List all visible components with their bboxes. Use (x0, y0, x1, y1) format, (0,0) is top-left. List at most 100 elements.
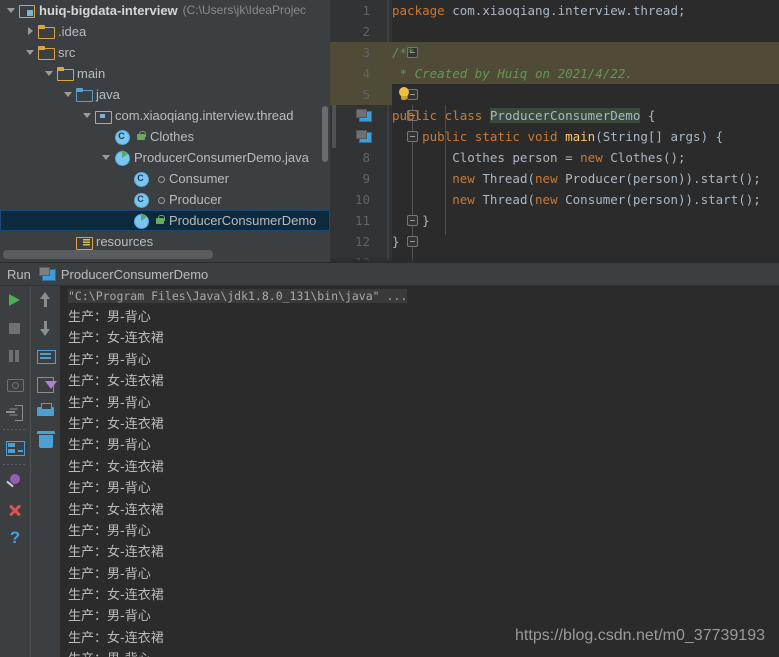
console-output-line: 生产：女-连衣裙 (68, 502, 164, 518)
dump-button[interactable] (0, 370, 30, 398)
code-editor[interactable]: 1 package com.xiaoqiang.interview.thread;… (330, 0, 779, 262)
chevron-right-icon[interactable] (23, 21, 37, 42)
tree-item-label: Clothes (150, 129, 195, 144)
run-configuration-name[interactable]: ProducerConsumerDemo (61, 267, 208, 282)
idea-window: huiq-bigdata-interview (C:\Users\jk\IdeaP… (0, 0, 779, 657)
code-fold-toggle-icon[interactable] (407, 236, 418, 247)
code-line-10[interactable]: 10 new Thread(new Consumer(person)).star… (330, 189, 779, 210)
package-private-icon (153, 189, 167, 210)
tree-item-resources[interactable]: resources (0, 231, 330, 252)
line-number: 10 (354, 192, 370, 207)
code-line-12[interactable]: 12} (330, 231, 779, 252)
line-number: 4 (362, 66, 370, 81)
clear-all-button[interactable] (31, 426, 61, 454)
code-line-1[interactable]: 1 package com.xiaoqiang.interview.thread; (330, 0, 779, 21)
console-output-line: 生产：女-连衣裙 (68, 545, 164, 561)
run-toolbar-primary[interactable]: ? (0, 286, 30, 657)
help-button[interactable]: ? (0, 524, 30, 552)
chevron-down-icon[interactable] (99, 147, 113, 168)
print-button[interactable] (31, 398, 61, 426)
gutter-run-icon[interactable] (356, 130, 372, 143)
code-text: package com.xiaoqiang.interview.thread; (392, 3, 686, 18)
code-text: public static void main(String[] args) { (422, 129, 724, 144)
tree-item-label: ProducerConsumerDemo (169, 213, 317, 228)
class-icon (132, 189, 150, 210)
gutter-run-icon[interactable] (356, 109, 372, 122)
console-output-line: 生产：女-连衣裙 (68, 588, 164, 604)
resources-icon (75, 231, 93, 252)
tree-item-huiq-bigdata-interview[interactable]: huiq-bigdata-interview (C:\Users\jk\IdeaP… (0, 0, 330, 21)
project-tree-vertical-scrollbar[interactable] (322, 106, 328, 162)
intention-bulb-icon[interactable] (396, 86, 412, 103)
code-line-4[interactable]: 4 * Created by Huiq on 2021/4/22. (330, 63, 779, 84)
run-label: Run (7, 266, 31, 282)
folder-blue-icon (75, 84, 93, 105)
code-line-11[interactable]: 11 } (330, 210, 779, 231)
code-text: } (392, 234, 400, 249)
chevron-down-icon[interactable] (42, 63, 56, 84)
code-text: /** (392, 45, 415, 60)
code-line-9[interactable]: 9 new Thread(new Producer(person)).start… (330, 168, 779, 189)
console-output-line: 生产：男-背心 (68, 438, 151, 454)
separator-2 (0, 461, 30, 468)
console-output-line: 生产：女-连衣裙 (68, 416, 164, 432)
class-icon (132, 168, 150, 189)
line-number: 9 (362, 171, 370, 186)
code-text: new Thread(new Consumer(person)).start()… (452, 192, 761, 207)
scroll-down-button[interactable] (31, 314, 61, 342)
code-line-6[interactable]: 6 public class ProducerConsumerDemo { (330, 105, 779, 126)
export-button[interactable] (31, 370, 61, 398)
run-toolbar-secondary[interactable] (30, 286, 60, 657)
tree-item-main[interactable]: main (0, 63, 330, 84)
tree-item-producerconsumerdemo-java[interactable]: ProducerConsumerDemo.java (0, 147, 330, 168)
code-line-5[interactable]: 5 (330, 84, 779, 105)
close-button[interactable] (0, 496, 30, 524)
pause-button[interactable] (0, 342, 30, 370)
tree-item-producer[interactable]: Producer (0, 189, 330, 210)
console-button[interactable] (0, 433, 30, 461)
public-lock-icon (153, 210, 167, 231)
tree-item-src[interactable]: src (0, 42, 330, 63)
code-line-8[interactable]: 8 Clothes person = new Clothes(); (330, 147, 779, 168)
watermark-url: https://blog.csdn.net/m0_37739193 (515, 627, 765, 644)
console-output-line: 生产：男-背心 (68, 395, 151, 411)
line-number: 1 (362, 3, 370, 18)
code-text: * Created by Huiq on 2021/4/22. (392, 66, 633, 81)
chevron-down-icon[interactable] (61, 84, 75, 105)
code-line-3[interactable]: 3 /** (330, 42, 779, 63)
chevron-down-icon[interactable] (80, 105, 94, 126)
tree-item-label: Consumer (169, 171, 229, 186)
editor-code-area[interactable]: 1 package com.xiaoqiang.interview.thread;… (330, 0, 779, 262)
soft-wrap-button[interactable] (31, 342, 61, 370)
console-output-line: 生产：男-背心 (68, 609, 151, 625)
code-line-2[interactable]: 2 (330, 21, 779, 42)
console-output-line: 生产：男-背心 (68, 523, 151, 539)
separator-1 (0, 426, 30, 433)
attach-button[interactable] (0, 398, 30, 426)
line-number: 8 (362, 150, 370, 165)
tree-item-label: huiq-bigdata-interview (39, 3, 178, 18)
code-line-7[interactable]: 7 public static void main(String[] args)… (330, 126, 779, 147)
chevron-down-icon[interactable] (4, 0, 18, 21)
folder-icon (37, 42, 55, 63)
tree-item-consumer[interactable]: Consumer (0, 168, 330, 189)
tree-item-idea[interactable]: .idea (0, 21, 330, 42)
console-output[interactable]: "C:\Program Files\Java\jdk1.8.0_131\bin\… (60, 286, 779, 657)
scroll-up-button[interactable] (31, 286, 61, 314)
folder-icon (37, 21, 55, 42)
project-tree-horizontal-scrollbar[interactable] (3, 250, 213, 259)
tree-item-java[interactable]: java (0, 84, 330, 105)
rerun-button[interactable] (0, 286, 30, 314)
tree-item-com-xiaoqiang-interview-thread[interactable]: com.xiaoqiang.interview.thread (0, 105, 330, 126)
line-number: 12 (354, 234, 370, 249)
project-tree[interactable]: huiq-bigdata-interview (C:\Users\jk\IdeaP… (0, 0, 330, 252)
project-tool-window[interactable]: huiq-bigdata-interview (C:\Users\jk\IdeaP… (0, 0, 330, 262)
tree-item-producerconsumerdemo[interactable]: ProducerConsumerDemo (0, 210, 330, 231)
pin-button[interactable] (0, 468, 30, 496)
chevron-down-icon[interactable] (23, 42, 37, 63)
console-output-line: 生产：男-背心 (60, 649, 779, 657)
tree-item-clothes[interactable]: Clothes (0, 126, 330, 147)
stop-button[interactable] (0, 314, 30, 342)
